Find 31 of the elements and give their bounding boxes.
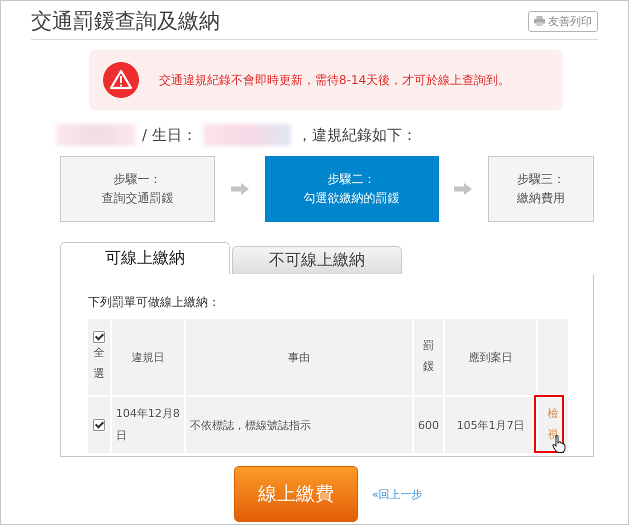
step-label: 步驟二： xyxy=(328,171,376,188)
column-header: 違規日 xyxy=(112,319,184,395)
step-detail: 查詢交通罰鍰 xyxy=(102,190,174,207)
table-cell: 105年1月7日 xyxy=(444,397,536,453)
print-button[interactable]: 友善列印 xyxy=(528,10,598,32)
record-intro: ，違規紀錄如下： xyxy=(296,126,417,144)
table-cell: 600 xyxy=(414,397,443,453)
column-header: 應到案日 xyxy=(444,319,536,395)
warning-icon xyxy=(103,62,139,98)
select-all-checkbox[interactable] xyxy=(92,330,105,343)
column-header: 罰鍰 xyxy=(414,319,443,395)
arrow-icon xyxy=(230,183,249,195)
row-checkbox[interactable] xyxy=(92,419,105,432)
printer-icon xyxy=(534,16,545,26)
table-cell: 104年12月8日 xyxy=(112,397,184,453)
pay-online-button[interactable]: 線上繳費 xyxy=(234,466,358,522)
tab[interactable]: 不可線上繳納 xyxy=(232,246,402,274)
step-detail: 繳納費用 xyxy=(517,190,565,207)
birthday-label: / 生日： xyxy=(142,126,197,144)
tab[interactable]: 可線上繳納 xyxy=(60,242,230,274)
page-title: 交通罰鍰查詢及繳納 xyxy=(31,8,220,35)
step-detail: 勾選欲繳納的罰鍰 xyxy=(304,190,400,207)
table-cell: 不依標誌，標線號誌指示 xyxy=(186,397,412,453)
back-link[interactable]: «回上一步 xyxy=(372,486,423,502)
select-all-label: 全選 xyxy=(93,344,104,382)
column-header: 事由 xyxy=(186,319,412,395)
arrow-icon xyxy=(454,183,472,195)
step-label: 步驟三： xyxy=(517,171,565,188)
step-label: 步驟一： xyxy=(114,171,162,188)
alert-message: 交通違規紀錄不會即時更新，需待8-14天後，才可於線上查詢到。 xyxy=(159,72,510,88)
table-caption: 下列罰單可做線上繳納： xyxy=(88,294,221,311)
